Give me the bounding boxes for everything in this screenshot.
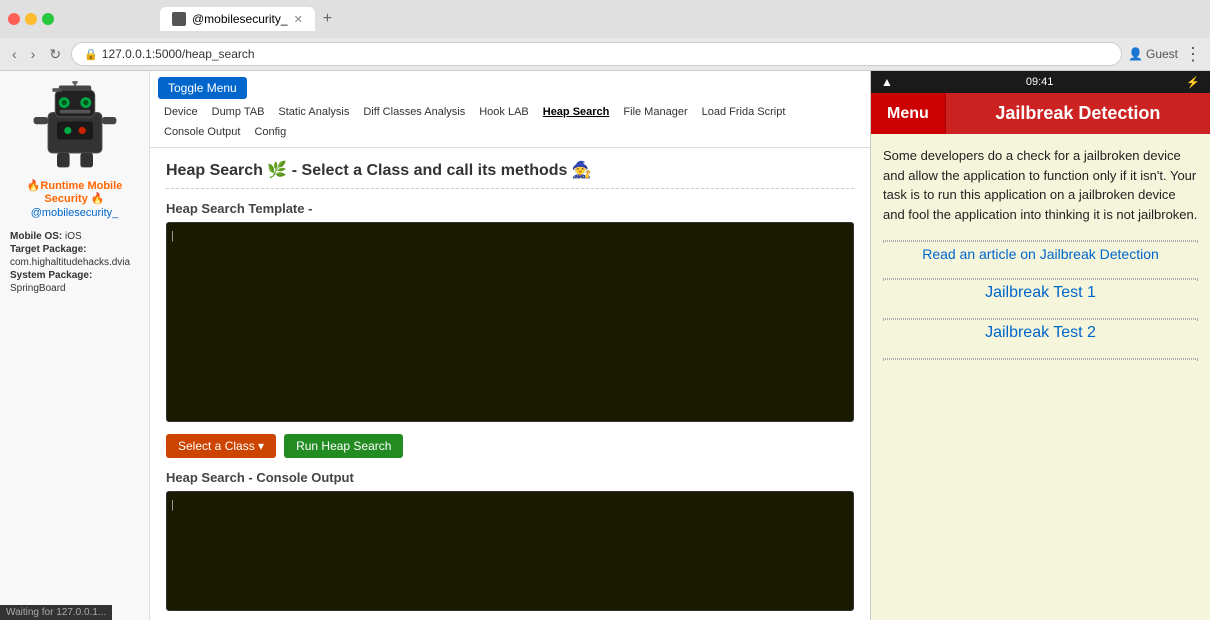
traffic-lights — [8, 13, 54, 25]
article-link[interactable]: Read an article on Jailbreak Detection — [883, 246, 1198, 262]
main-layout: 🔥Runtime Mobile Security 🔥 @mobilesecuri… — [0, 71, 1210, 620]
nav-toolbar: Toggle Menu Device Dump TAB Static Analy… — [150, 71, 870, 148]
tab-device[interactable]: Device — [158, 103, 204, 121]
tab-diff[interactable]: Diff Classes Analysis — [357, 103, 471, 121]
app-title: 🔥Runtime Mobile Security 🔥 — [10, 179, 139, 205]
status-time: 09:41 — [1026, 76, 1054, 88]
app-subtitle: @mobilesecurity_ — [10, 207, 139, 219]
browser-menu-button[interactable]: ⋮ — [1184, 44, 1202, 65]
wifi-icon: ▲ — [881, 75, 893, 89]
select-class-button[interactable]: Select a Class ▾ — [166, 434, 276, 458]
system-package-row: System Package: — [10, 270, 139, 281]
forward-button[interactable]: › — [27, 44, 40, 64]
device-header: Menu Jailbreak Detection — [871, 93, 1210, 134]
tab-config[interactable]: Config — [248, 123, 292, 141]
divider-3 — [883, 318, 1198, 320]
content-area: Toggle Menu Device Dump TAB Static Analy… — [150, 71, 870, 620]
lock-icon: 🔒 — [84, 48, 98, 61]
close-button[interactable] — [8, 13, 20, 25]
sidebar: 🔥Runtime Mobile Security 🔥 @mobilesecuri… — [0, 71, 150, 620]
console-output-area: | — [166, 491, 854, 611]
mobile-os-label: Mobile OS: — [10, 231, 62, 242]
divider-2 — [883, 278, 1198, 280]
code-template-area: | — [166, 222, 854, 422]
tab-close-icon[interactable]: ✕ — [294, 13, 303, 26]
device-panel: ▲ 09:41 ⚡ Menu Jailbreak Detection Some … — [870, 71, 1210, 620]
tab-title: @mobilesecurity_ — [192, 12, 288, 26]
target-package-label: Target Package: — [10, 244, 87, 255]
jailbreak-test-2-link[interactable]: Jailbreak Test 2 — [883, 324, 1198, 342]
console-cursor: | — [171, 499, 174, 511]
tab-bar: @mobilesecurity_ ✕ + — [60, 6, 344, 32]
browser-chrome: @mobilesecurity_ ✕ + ‹ › ↻ 🔒 127.0.0.1:5… — [0, 0, 1210, 71]
device-description: Some developers do a check for a jailbro… — [883, 146, 1198, 224]
console-section: Heap Search - Console Output | — [166, 470, 854, 611]
tab-hook[interactable]: Hook LAB — [473, 103, 535, 121]
jailbreak-test-1-link[interactable]: Jailbreak Test 1 — [883, 284, 1198, 302]
refresh-button[interactable]: ↻ — [45, 44, 65, 65]
status-right: ⚡ — [1186, 76, 1200, 89]
robot-logo — [30, 81, 120, 171]
tab-file-manager[interactable]: File Manager — [617, 103, 693, 121]
jailbreak-title: Jailbreak Detection — [946, 93, 1210, 134]
system-package-label: System Package: — [10, 270, 92, 281]
action-buttons: Select a Class ▾ Run Heap Search — [166, 434, 854, 458]
status-left: ▲ — [881, 75, 893, 89]
mobile-os-row: Mobile OS: iOS — [10, 231, 139, 242]
target-package-value: com.highaltitudehacks.dvia — [10, 257, 130, 268]
user-label: Guest — [1146, 47, 1178, 61]
system-package-value: SpringBoard — [10, 283, 66, 294]
tab-favicon — [172, 12, 186, 26]
tab-heap-search[interactable]: Heap Search — [537, 103, 616, 121]
divider-4 — [883, 358, 1198, 360]
mobile-os-value: iOS — [65, 231, 82, 242]
web-app: 🔥Runtime Mobile Security 🔥 @mobilesecuri… — [0, 71, 870, 620]
address-bar-row: ‹ › ↻ 🔒 127.0.0.1:5000/heap_search 👤 Gue… — [0, 38, 1210, 70]
code-cursor: | — [171, 230, 174, 242]
page-title: Heap Search 🌿 - Select a Class and call … — [166, 160, 854, 189]
browser-tab[interactable]: @mobilesecurity_ ✕ — [160, 7, 315, 31]
user-button[interactable]: 👤 Guest — [1128, 47, 1178, 61]
user-icon: 👤 — [1128, 47, 1143, 61]
tab-static[interactable]: Static Analysis — [272, 103, 355, 121]
back-button[interactable]: ‹ — [8, 44, 21, 64]
target-package-value-row: com.highaltitudehacks.dvia — [10, 257, 139, 268]
device-content: Some developers do a check for a jailbro… — [871, 134, 1210, 620]
nav-tabs: Device Dump TAB Static Analysis Diff Cla… — [158, 103, 862, 141]
template-label: Heap Search Template - — [166, 201, 854, 216]
tab-load-frida[interactable]: Load Frida Script — [696, 103, 792, 121]
toggle-menu-button[interactable]: Toggle Menu — [158, 77, 247, 99]
menu-tab[interactable]: Menu — [871, 95, 946, 133]
page-content: Heap Search 🌿 - Select a Class and call … — [150, 148, 870, 620]
tab-dump[interactable]: Dump TAB — [206, 103, 271, 121]
divider-1 — [883, 240, 1198, 242]
new-tab-button[interactable]: + — [319, 6, 336, 32]
minimize-button[interactable] — [25, 13, 37, 25]
address-bar[interactable]: 🔒 127.0.0.1:5000/heap_search — [71, 42, 1122, 66]
target-package-row: Target Package: — [10, 244, 139, 255]
console-label: Heap Search - Console Output — [166, 470, 854, 485]
device-status-bar: ▲ 09:41 ⚡ — [871, 71, 1210, 93]
system-package-value-row: SpringBoard — [10, 283, 139, 294]
maximize-button[interactable] — [42, 13, 54, 25]
battery-icon: ⚡ — [1186, 76, 1200, 89]
tab-console-output[interactable]: Console Output — [158, 123, 246, 141]
title-bar: @mobilesecurity_ ✕ + — [0, 0, 1210, 38]
run-heap-button[interactable]: Run Heap Search — [284, 434, 403, 458]
address-text: 127.0.0.1:5000/heap_search — [102, 47, 1109, 61]
